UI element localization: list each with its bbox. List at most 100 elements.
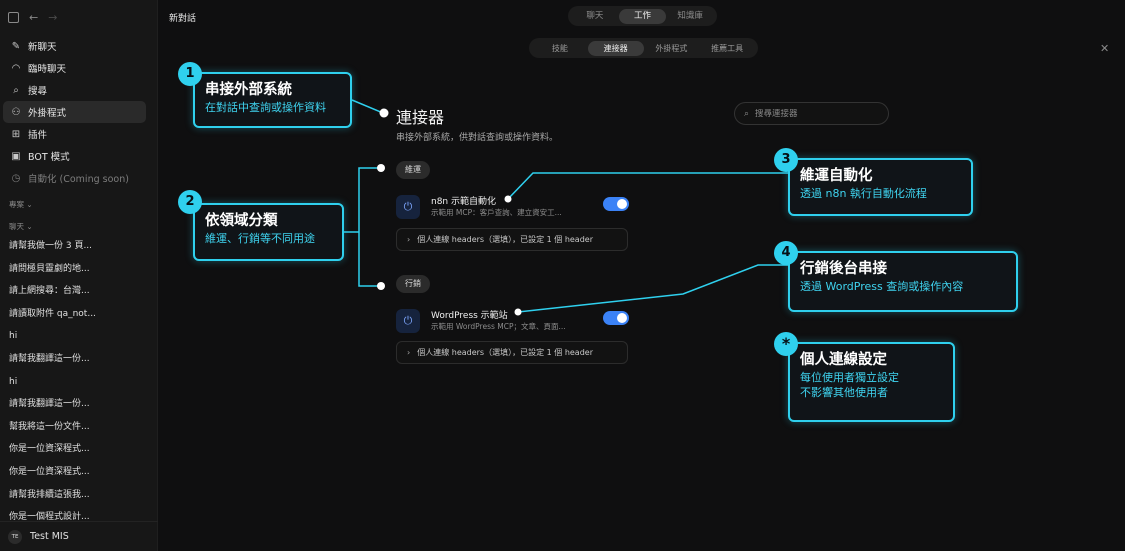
sidebar-item-label: 自動化 (Coming soon) xyxy=(28,174,129,185)
connector-desc: 示範用 WordPress MCP；文章、頁面... xyxy=(431,322,566,331)
user-name: Test MIS xyxy=(30,531,69,542)
badge-star: * xyxy=(774,332,798,356)
callout-title: 維運自動化 xyxy=(800,168,873,184)
callout-title: 行銷後台串接 xyxy=(800,261,887,277)
badge-3: 3 xyxy=(774,148,798,172)
panel-subtitle: 串接外部系統，供對話查詢或操作資料。 xyxy=(396,133,559,143)
sidebar-toolbar: ← → xyxy=(8,10,57,24)
connector-card-n8n[interactable]: ⏻ n8n 示範自動化 示範用 MCP：客戶查詢、建立資安工... xyxy=(396,194,629,222)
callout-personal: 個人連線設定 每位使用者獨立設定 不影響其他使用者 xyxy=(788,342,955,422)
panel-title: 連接器 xyxy=(396,108,445,127)
tab-work[interactable]: 工作 xyxy=(618,8,667,24)
mode-tabs: 聊天 工作 知識庫 xyxy=(568,6,717,26)
callout-4: 行銷後台串接 透過 WordPress 查詢或操作內容 xyxy=(788,251,1018,312)
chat-history-item[interactable]: 請幫我做一份 3 頁... xyxy=(9,235,149,258)
sidebar-item-search[interactable]: ⌕ 搜尋 xyxy=(3,79,146,101)
chat-history-list: 請幫我做一份 3 頁... 請問極貝靈劇的地... 請上網搜尋：台灣... 請讀… xyxy=(9,235,149,529)
tab-chat[interactable]: 聊天 xyxy=(571,9,619,24)
headers-summary: 個人連線 headers（選填），已設定 1 個 header xyxy=(417,348,593,357)
headers-summary: 個人連線 headers（選填），已設定 1 個 header xyxy=(417,235,593,244)
bot-icon: ▣ xyxy=(11,150,21,162)
clock-icon: ◷ xyxy=(11,172,21,184)
callout-sub: 維運、行銷等不同用途 xyxy=(205,232,315,245)
page-title: 新對話 xyxy=(169,14,197,24)
connector-name: n8n 示範自動化 xyxy=(431,197,496,207)
callout-3: 維運自動化 透過 n8n 執行自動化流程 xyxy=(788,158,973,216)
sidebar-toggle-icon[interactable] xyxy=(8,11,19,23)
sidebar-item-label: BOT 模式 xyxy=(28,152,70,163)
callout-sub: 不影響其他使用者 xyxy=(800,386,888,399)
chat-history-item[interactable]: 你是一位資深程式... xyxy=(9,461,149,484)
chat-history-item[interactable]: 幫我將這一份文件... xyxy=(9,416,149,439)
chevron-right-icon: › xyxy=(407,235,411,244)
search-icon: ⌕ xyxy=(13,84,19,96)
group-label-ops: 維運 xyxy=(396,161,430,179)
connector-name: WordPress 示範站 xyxy=(431,311,508,321)
chevron-right-icon: › xyxy=(407,348,411,357)
back-arrow-icon[interactable]: ← xyxy=(29,11,38,24)
sidebar-item-label: 臨時聊天 xyxy=(28,64,67,75)
forward-arrow-icon[interactable]: → xyxy=(48,11,57,24)
sub-tabs: 技能 連接器 外掛程式 推薦工具 xyxy=(529,38,758,58)
plugin-icon: ⚇ xyxy=(11,106,21,118)
chat-history-item[interactable]: 你是一位資深程式... xyxy=(9,438,149,461)
sidebar-item-label: 新聊天 xyxy=(28,42,57,53)
tab-plugins[interactable]: 外掛程式 xyxy=(644,41,700,56)
callout-sub: 在對話中查詢或操作資料 xyxy=(205,101,326,114)
chat-history-item[interactable]: 請問極貝靈劇的地... xyxy=(9,258,149,281)
callout-sub: 透過 WordPress 查詢或操作內容 xyxy=(800,280,964,293)
connector-toggle[interactable] xyxy=(603,311,629,325)
search-input[interactable] xyxy=(755,108,881,119)
search-icon: ⌕ xyxy=(744,108,750,119)
sidebar: ← → ✎ 新聊天 ◠ 臨時聊天 ⌕ 搜尋 ⚇ 外掛程式 ⊞ 插件 ▣ BOT … xyxy=(0,0,158,551)
puzzle-icon: ⊞ xyxy=(11,128,21,140)
plug-icon: ⏻ xyxy=(396,195,420,219)
chat-history-item[interactable]: hi xyxy=(9,325,149,348)
app-window: ← → ✎ 新聊天 ◠ 臨時聊天 ⌕ 搜尋 ⚇ 外掛程式 ⊞ 插件 ▣ BOT … xyxy=(0,0,1125,551)
sidebar-item-label: 插件 xyxy=(28,130,48,141)
callout-title: 依領域分類 xyxy=(205,213,278,229)
sidebar-item-temp-chat[interactable]: ◠ 臨時聊天 xyxy=(3,57,146,79)
user-profile[interactable]: TE Test MIS xyxy=(0,521,158,551)
section-projects[interactable]: 專案 ⌄ xyxy=(9,199,33,210)
callout-1: 串接外部系統 在對話中查詢或操作資料 xyxy=(193,72,352,128)
sidebar-item-bot-mode[interactable]: ▣ BOT 模式 xyxy=(3,145,146,167)
callout-sub: 透過 n8n 執行自動化流程 xyxy=(800,187,927,200)
connector-toggle[interactable] xyxy=(603,197,629,211)
sidebar-item-new-chat[interactable]: ✎ 新聊天 xyxy=(3,35,146,57)
callout-sub: 每位使用者獨立設定 xyxy=(800,371,899,384)
tab-connectors[interactable]: 連接器 xyxy=(587,40,644,56)
connector-desc: 示範用 MCP：客戶查詢、建立資安工... xyxy=(431,208,562,217)
connector-card-wordpress[interactable]: ⏻ WordPress 示範站 示範用 WordPress MCP；文章、頁面.… xyxy=(396,308,629,336)
close-icon[interactable]: ✕ xyxy=(1100,42,1109,55)
badge-1: 1 xyxy=(178,62,202,86)
badge-2: 2 xyxy=(178,190,202,214)
sidebar-nav: ✎ 新聊天 ◠ 臨時聊天 ⌕ 搜尋 ⚇ 外掛程式 ⊞ 插件 ▣ BOT 模式 ◷… xyxy=(3,35,146,189)
tab-recommended-tools[interactable]: 推薦工具 xyxy=(699,41,755,56)
avatar: TE xyxy=(8,529,22,544)
sidebar-item-extensions[interactable]: ⊞ 插件 xyxy=(3,123,146,145)
chat-history-item[interactable]: 請讀取附件 qa_not... xyxy=(9,303,149,326)
tab-skills[interactable]: 技能 xyxy=(532,41,588,56)
chat-history-item[interactable]: hi xyxy=(9,371,149,394)
tab-knowledge-base[interactable]: 知識庫 xyxy=(666,9,714,24)
callout-title: 串接外部系統 xyxy=(205,82,292,98)
section-chats[interactable]: 聊天 ⌄ xyxy=(9,221,33,232)
sidebar-item-label: 外掛程式 xyxy=(28,108,67,119)
chat-history-item[interactable]: 請幫我排續這張我... xyxy=(9,484,149,507)
headers-expander[interactable]: › 個人連線 headers（選填），已設定 1 個 header xyxy=(396,228,628,251)
group-label-marketing: 行銷 xyxy=(396,275,430,293)
plug-icon: ⏻ xyxy=(396,309,420,333)
callout-title: 個人連線設定 xyxy=(800,352,887,368)
sidebar-item-automation: ◷ 自動化 (Coming soon) xyxy=(3,167,146,189)
ghost-icon: ◠ xyxy=(11,62,21,74)
sidebar-item-label: 搜尋 xyxy=(28,86,48,97)
callout-2: 依領域分類 維運、行銷等不同用途 xyxy=(193,203,344,261)
sidebar-item-plugins[interactable]: ⚇ 外掛程式 xyxy=(3,101,146,123)
chat-history-item[interactable]: 請幫我翻譯這一份... xyxy=(9,393,149,416)
badge-4: 4 xyxy=(774,241,798,265)
chat-history-item[interactable]: 請幫我翻譯這一份... xyxy=(9,348,149,371)
connector-search[interactable]: ⌕ xyxy=(734,102,889,125)
chat-history-item[interactable]: 請上網搜尋：台灣... xyxy=(9,280,149,303)
headers-expander[interactable]: › 個人連線 headers（選填），已設定 1 個 header xyxy=(396,341,628,364)
